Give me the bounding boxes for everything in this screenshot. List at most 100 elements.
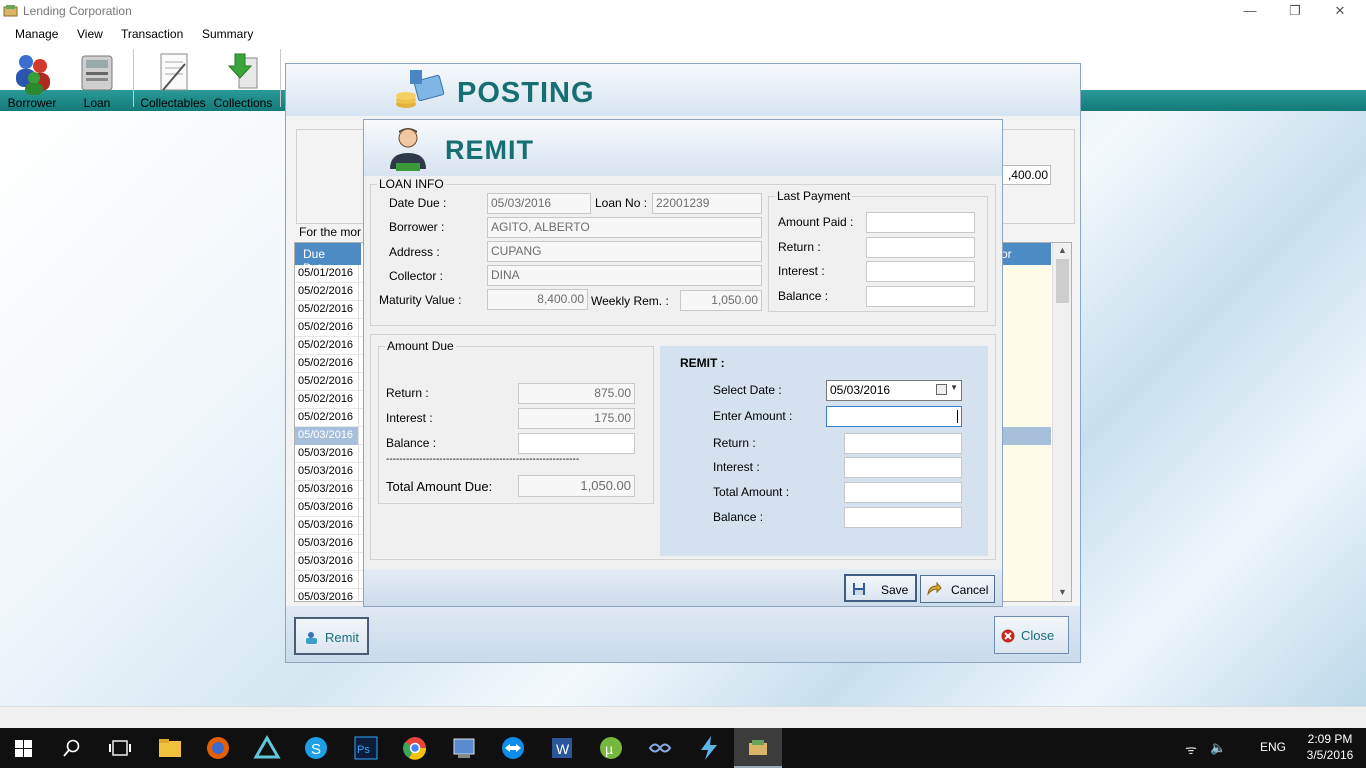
last-amount-paid-field[interactable] — [866, 212, 975, 233]
column-header-due-date[interactable]: Due Date — [295, 243, 361, 275]
last-balance-field[interactable] — [866, 286, 975, 307]
due-date-cell[interactable]: 05/02/2016 — [295, 283, 359, 301]
due-date-cell[interactable]: 05/02/2016 — [295, 373, 359, 391]
maturity-value-field[interactable]: 8,400.00 — [487, 289, 588, 310]
close-button[interactable]: Close — [994, 616, 1069, 654]
firefox-icon[interactable] — [202, 732, 234, 764]
chevron-down-icon[interactable]: ▼ — [950, 383, 958, 392]
due-date-cell[interactable]: 05/02/2016 — [295, 319, 359, 337]
due-return-field[interactable]: 875.00 — [518, 383, 635, 404]
remit-total-amount-field[interactable] — [844, 482, 962, 503]
remit-balance-field[interactable] — [844, 507, 962, 528]
due-date-cell[interactable]: 05/03/2016 — [295, 445, 359, 463]
app-window-icon[interactable] — [448, 732, 480, 764]
task-view-icon[interactable] — [109, 740, 131, 756]
save-button[interactable]: Save — [844, 574, 917, 602]
cancel-button[interactable]: Cancel — [920, 575, 995, 603]
enter-amount-input[interactable] — [826, 406, 962, 427]
collector-cell[interactable] — [995, 553, 1051, 571]
due-date-cell[interactable]: 05/03/2016 — [295, 553, 359, 571]
collector-cell[interactable] — [995, 337, 1051, 355]
network-wifi-icon[interactable]: ᯤ — [1185, 740, 1197, 758]
collector-cell[interactable] — [995, 283, 1051, 301]
due-date-cell[interactable]: 05/03/2016 — [295, 571, 359, 589]
menu-transaction[interactable]: Transaction — [121, 27, 183, 41]
utorrent-icon[interactable]: µ — [595, 732, 627, 764]
due-date-cell[interactable]: 05/03/2016 — [295, 427, 359, 445]
collector-cell[interactable] — [995, 409, 1051, 427]
address-field[interactable]: CUPANG — [487, 241, 762, 262]
remit-interest-field[interactable] — [844, 457, 962, 478]
remit-button[interactable]: Remit — [294, 617, 369, 655]
due-balance-field[interactable] — [518, 433, 635, 454]
network-app-icon[interactable] — [251, 732, 283, 764]
toolbar-collectables-button[interactable]: Collectables — [140, 45, 206, 111]
system-clock[interactable]: 2:09 PM 3/5/2016 — [1300, 731, 1360, 763]
due-date-cell[interactable]: 05/03/2016 — [295, 463, 359, 481]
collector-cell[interactable] — [995, 265, 1051, 283]
menu-manage[interactable]: Manage — [15, 27, 58, 41]
scroll-down-icon[interactable]: ▼ — [1056, 587, 1069, 597]
menu-view[interactable]: View — [77, 27, 103, 41]
select-date-picker[interactable]: 05/03/2016 ▼ — [826, 380, 962, 401]
due-date-cell[interactable]: 05/03/2016 — [295, 499, 359, 517]
word-icon[interactable]: W — [546, 732, 578, 764]
collector-cell[interactable] — [995, 391, 1051, 409]
collector-cell[interactable] — [995, 373, 1051, 391]
lightning-app-icon[interactable] — [693, 732, 725, 764]
restore-button[interactable]: ❐ — [1272, 2, 1318, 22]
file-explorer-icon[interactable] — [154, 732, 186, 764]
due-date-cell[interactable]: 05/02/2016 — [295, 409, 359, 427]
due-interest-field[interactable]: 175.00 — [518, 408, 635, 429]
due-date-cell[interactable]: 05/03/2016 — [295, 589, 359, 601]
due-date-cell[interactable]: 05/02/2016 — [295, 337, 359, 355]
collector-field[interactable]: DINA — [487, 265, 762, 286]
collector-cell[interactable] — [995, 355, 1051, 373]
collector-cell[interactable] — [995, 445, 1051, 463]
chrome-icon[interactable] — [399, 732, 431, 764]
collector-cell[interactable] — [995, 517, 1051, 535]
menu-summary[interactable]: Summary — [202, 27, 253, 41]
weekly-rem-field[interactable]: 1,050.00 — [680, 290, 762, 311]
date-due-field[interactable]: 05/03/2016 — [487, 193, 591, 214]
scroll-up-icon[interactable]: ▲ — [1056, 245, 1069, 255]
collector-cell[interactable] — [995, 427, 1051, 445]
grid-vertical-scrollbar[interactable]: ▲ ▼ — [1052, 243, 1071, 601]
due-date-cell[interactable]: 05/02/2016 — [295, 355, 359, 373]
borrower-field[interactable]: AGITO, ALBERTO — [487, 217, 762, 238]
due-date-cell[interactable]: 05/01/2016 — [295, 265, 359, 283]
last-interest-field[interactable] — [866, 261, 975, 282]
due-date-cell[interactable]: 05/02/2016 — [295, 391, 359, 409]
due-date-cell[interactable]: 05/03/2016 — [295, 535, 359, 553]
collector-cell[interactable] — [995, 301, 1051, 319]
total-amount-due-field[interactable]: 1,050.00 — [518, 475, 635, 497]
toolbar-collections-button[interactable]: Collections — [210, 45, 276, 111]
toolbar-borrower-button[interactable]: Borrower — [4, 45, 60, 111]
collector-cell[interactable] — [995, 499, 1051, 517]
windows-start-icon[interactable] — [15, 740, 32, 757]
due-date-cell[interactable]: 05/02/2016 — [295, 301, 359, 319]
close-window-button[interactable]: ✕ — [1317, 2, 1363, 22]
language-indicator[interactable]: ENG — [1260, 740, 1286, 754]
skype-icon[interactable]: S — [300, 732, 332, 764]
calendar-icon[interactable] — [936, 384, 947, 395]
collector-cell[interactable] — [995, 319, 1051, 337]
search-icon[interactable] — [63, 739, 81, 757]
volume-icon[interactable]: 🔈 — [1210, 740, 1226, 756]
due-date-cell[interactable]: 05/03/2016 — [295, 517, 359, 535]
collector-cell[interactable] — [995, 481, 1051, 499]
collector-cell[interactable] — [995, 589, 1051, 601]
last-return-field[interactable] — [866, 237, 975, 258]
collector-cell[interactable] — [995, 571, 1051, 589]
toolbar-loan-button[interactable]: Loan — [70, 45, 124, 111]
due-date-cell[interactable]: 05/03/2016 — [295, 481, 359, 499]
scroll-thumb[interactable] — [1056, 259, 1069, 303]
remit-return-field[interactable] — [844, 433, 962, 454]
teamviewer-icon[interactable] — [497, 732, 529, 764]
collector-cell[interactable] — [995, 535, 1051, 553]
infinity-app-icon[interactable] — [644, 732, 676, 764]
loan-no-field[interactable]: 22001239 — [652, 193, 762, 214]
column-header-collector[interactable]: or — [995, 243, 1051, 265]
collector-cell[interactable] — [995, 463, 1051, 481]
minimize-button[interactable]: — — [1227, 2, 1273, 22]
